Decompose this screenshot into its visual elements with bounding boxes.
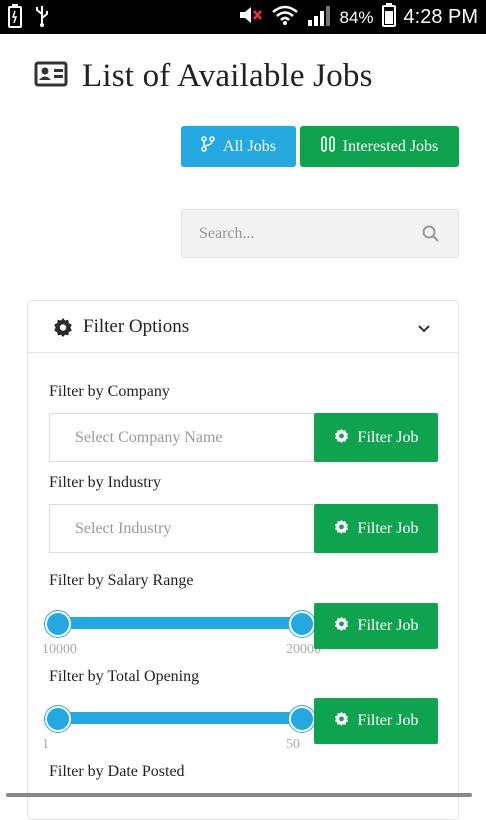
opening-filter-label: Filter by Total Opening bbox=[49, 668, 200, 685]
salary-min-value: 10000 bbox=[42, 642, 77, 657]
filter-industry-button-label: Filter Job bbox=[357, 519, 419, 537]
filter-company-button-label: Filter Job bbox=[357, 428, 419, 446]
id-card-icon bbox=[34, 61, 68, 92]
filter-company-button[interactable]: Filter Job bbox=[314, 413, 438, 462]
branch-icon bbox=[201, 136, 215, 157]
battery-charging-icon bbox=[8, 4, 22, 33]
filter-salary-button-label: Filter Job bbox=[357, 617, 419, 634]
filter-industry-button[interactable]: Filter Job bbox=[314, 504, 438, 553]
all-jobs-label: All Jobs bbox=[223, 137, 276, 155]
salary-max-handle[interactable] bbox=[289, 611, 315, 637]
company-filter-label: Filter by Company bbox=[49, 383, 170, 400]
all-jobs-button[interactable]: All Jobs bbox=[181, 126, 296, 167]
gear-icon bbox=[334, 428, 349, 448]
search-input[interactable] bbox=[182, 210, 412, 257]
interested-jobs-label: Interested Jobs bbox=[342, 137, 439, 155]
gear-icon bbox=[334, 616, 349, 636]
opening-min-value: 1 bbox=[42, 737, 49, 752]
signal-icon bbox=[307, 4, 331, 31]
filter-panel-title: Filter Options bbox=[83, 316, 190, 337]
filter-opening-button-label: Filter Job bbox=[357, 712, 419, 729]
salary-range-slider[interactable] bbox=[57, 617, 301, 629]
usb-icon bbox=[34, 4, 50, 33]
mute-icon bbox=[237, 3, 263, 32]
opening-max-value: 50 bbox=[286, 737, 300, 752]
search-icon[interactable] bbox=[422, 225, 440, 248]
battery-percent: 84% bbox=[339, 7, 374, 27]
company-select[interactable]: Select Company Name bbox=[49, 413, 315, 462]
scroll-indicator bbox=[6, 793, 472, 797]
industry-select[interactable]: Select Industry bbox=[49, 504, 315, 553]
battery-icon bbox=[381, 3, 396, 32]
company-select-placeholder: Select Company Name bbox=[75, 429, 223, 446]
gear-icon bbox=[53, 317, 73, 342]
filter-opening-button[interactable]: Filter Job bbox=[314, 698, 438, 744]
salary-filter-label: Filter by Salary Range bbox=[49, 572, 194, 589]
gear-icon bbox=[334, 711, 349, 731]
chevron-down-icon[interactable] bbox=[418, 321, 430, 339]
wifi-icon bbox=[271, 4, 299, 31]
filter-panel-header[interactable]: Filter Options bbox=[28, 301, 458, 353]
link-icon bbox=[320, 136, 335, 157]
search-box bbox=[181, 209, 459, 258]
status-bar: 84% 4:28 PM bbox=[0, 0, 486, 34]
filter-salary-button[interactable]: Filter Job bbox=[314, 603, 438, 649]
clock: 4:28 PM bbox=[403, 6, 478, 28]
industry-filter-label: Filter by Industry bbox=[49, 474, 161, 491]
salary-min-handle[interactable] bbox=[45, 611, 71, 637]
page-title: List of Available Jobs bbox=[82, 58, 373, 94]
opening-min-handle[interactable] bbox=[45, 706, 71, 732]
date-filter-label: Filter by Date Posted bbox=[49, 763, 185, 780]
page-header: List of Available Jobs bbox=[34, 58, 373, 95]
interested-jobs-button[interactable]: Interested Jobs bbox=[300, 126, 459, 167]
industry-select-placeholder: Select Industry bbox=[75, 520, 172, 537]
opening-range-slider[interactable] bbox=[57, 712, 301, 724]
opening-max-handle[interactable] bbox=[289, 706, 315, 732]
gear-icon bbox=[334, 519, 349, 539]
